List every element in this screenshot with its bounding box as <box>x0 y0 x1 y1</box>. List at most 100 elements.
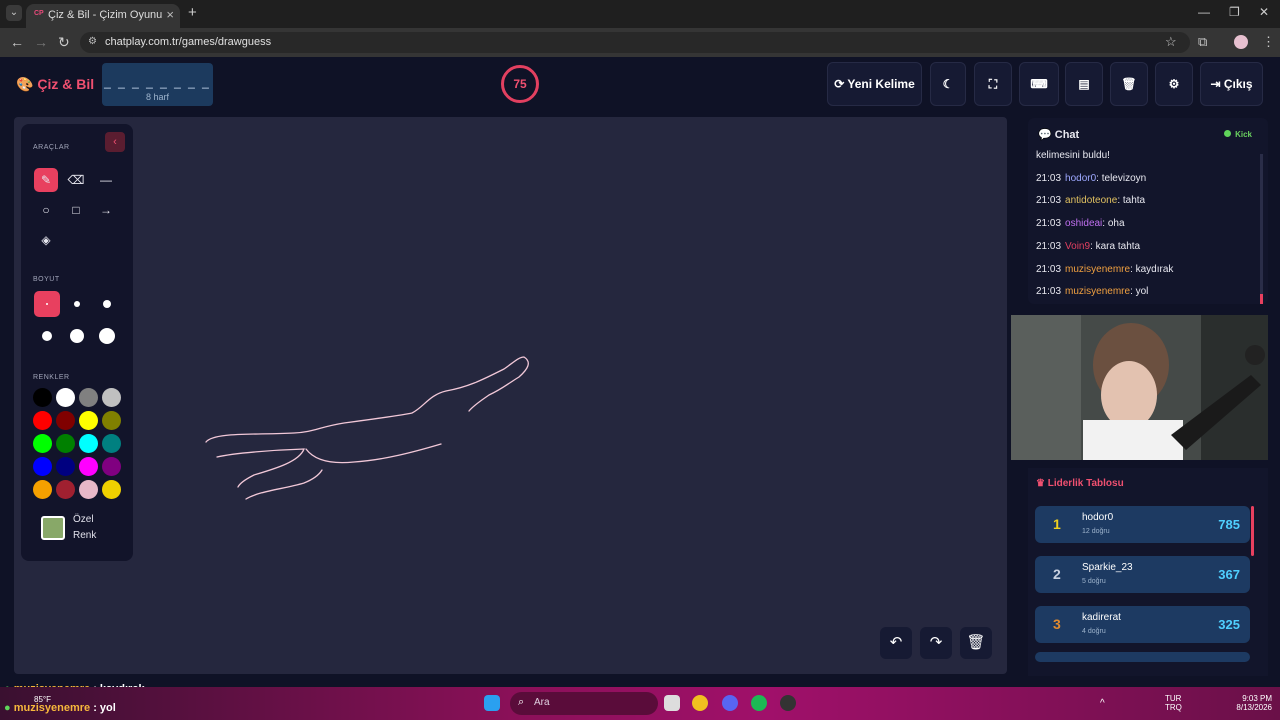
fullscreen-icon: ⛶ <box>988 77 998 91</box>
site-favicon: CP <box>34 10 44 17</box>
keyboard-button[interactable]: ⌨ <box>1019 62 1059 106</box>
window-close-icon[interactable]: ✕ <box>1259 5 1269 19</box>
chat-message: 21:03 muzisyenemre: yol <box>1036 286 1148 297</box>
trash-icon: 🗑 <box>966 634 986 651</box>
color-swatch[interactable] <box>56 457 75 476</box>
color-swatch[interactable] <box>102 411 121 430</box>
moon-icon: ☾ <box>942 77 954 91</box>
new-tab-button[interactable]: + <box>188 4 197 21</box>
app-icon[interactable] <box>780 695 796 711</box>
size-option-1[interactable] <box>34 291 60 317</box>
chat-time: 21:03 <box>1036 172 1062 184</box>
back-icon[interactable]: ← <box>10 34 24 50</box>
color-swatch[interactable] <box>56 434 75 453</box>
taskbar-search[interactable]: ⌕ Ara <box>510 692 658 715</box>
close-tab-icon[interactable]: × <box>166 7 174 22</box>
profile-avatar[interactable] <box>1234 35 1248 49</box>
undo-button[interactable]: ↶ <box>880 627 912 659</box>
exit-button[interactable]: ⇥ Çıkış <box>1200 62 1263 106</box>
chat-scroll-thumb[interactable] <box>1260 294 1263 304</box>
color-swatch[interactable] <box>79 480 98 499</box>
spotify-icon[interactable] <box>751 695 767 711</box>
color-swatch[interactable] <box>79 434 98 453</box>
color-swatch[interactable] <box>56 411 75 430</box>
chat-message: 21:03 Voin9: kara tahta <box>1036 241 1140 252</box>
extensions-icon[interactable]: ⧉ <box>1198 34 1207 50</box>
browser-menu-icon[interactable]: ⋮ <box>1262 34 1275 50</box>
site-info-icon[interactable]: ⚙ <box>88 36 97 47</box>
collapse-panel-button[interactable]: ‹ <box>105 132 125 152</box>
tray-expand-icon[interactable]: ^ <box>1100 698 1105 709</box>
size-option-3[interactable] <box>94 291 120 317</box>
chat-message: 21:03 oshideai: oha <box>1036 218 1125 229</box>
chat-text: kelimesini buldu! <box>1036 150 1110 161</box>
settings-button[interactable]: ⚙ <box>1155 62 1193 106</box>
custom-color-swatch[interactable] <box>41 516 65 540</box>
language-indicator[interactable]: TUR TRQ <box>1165 694 1182 712</box>
new-word-button[interactable]: ⟳ Yeni Kelime <box>827 62 922 106</box>
color-swatch[interactable] <box>79 457 98 476</box>
browser-tab[interactable]: CP Çiz & Bil - Çizim Oyunu × <box>26 4 180 28</box>
windows-start-icon[interactable] <box>484 695 500 711</box>
color-swatch[interactable] <box>56 480 75 499</box>
color-swatch[interactable] <box>102 480 121 499</box>
redo-button[interactable]: ↷ <box>920 627 952 659</box>
chat-username[interactable]: Voin9 <box>1065 241 1090 252</box>
pen-tool[interactable]: ✎ <box>34 168 58 192</box>
chat-message: 21:03 antidoteone: tahta <box>1036 195 1145 206</box>
archive-button[interactable]: ▤ <box>1065 62 1103 106</box>
color-swatch[interactable] <box>79 388 98 407</box>
drawing-canvas[interactable]: ARAÇLAR ‹ ✎ ⌫ — ○ □ → ◈ BOYUT RENKLER Öz… <box>14 117 1007 674</box>
chat-username[interactable]: hodor0 <box>1065 173 1096 184</box>
color-swatch[interactable] <box>33 457 52 476</box>
minimize-icon[interactable]: — <box>1198 5 1210 19</box>
rectangle-tool[interactable]: □ <box>64 198 88 222</box>
reload-icon[interactable]: ↻ <box>58 34 70 51</box>
file-explorer-icon[interactable] <box>664 695 680 711</box>
chat-username[interactable]: antidoteone <box>1065 195 1117 206</box>
fullscreen-button[interactable]: ⛶ <box>974 62 1012 106</box>
color-swatch[interactable] <box>56 388 75 407</box>
size-option-6[interactable] <box>94 323 120 349</box>
color-swatch[interactable] <box>33 480 52 499</box>
chat-username[interactable]: oshideai <box>1065 218 1102 229</box>
chat-scrollbar[interactable] <box>1260 154 1263 304</box>
color-swatch[interactable] <box>33 411 52 430</box>
url-field[interactable]: ⚙ chatplay.com.tr/games/drawguess <box>80 32 1190 53</box>
custom-color-picker[interactable]: Özel Renk <box>33 508 125 552</box>
rank: 3 <box>1053 616 1061 632</box>
color-swatch[interactable] <box>102 457 121 476</box>
chat-username[interactable]: muzisyenemre <box>1065 286 1130 297</box>
leaderboard-scroll-thumb[interactable] <box>1251 506 1254 556</box>
color-swatch[interactable] <box>79 411 98 430</box>
discord-icon[interactable] <box>722 695 738 711</box>
forward-icon[interactable]: → <box>34 34 48 50</box>
clear-canvas-button[interactable]: 🗑 <box>960 627 992 659</box>
size-option-2[interactable] <box>64 291 90 317</box>
arrow-tool[interactable]: → <box>94 198 118 222</box>
eraser-tool[interactable]: ⌫ <box>64 168 88 192</box>
color-swatch[interactable] <box>33 388 52 407</box>
tab-menu-button[interactable]: ⌄ <box>6 5 22 21</box>
size-option-4[interactable] <box>34 323 60 349</box>
delete-button[interactable]: 🗑 <box>1110 62 1148 106</box>
size-option-5[interactable] <box>64 323 90 349</box>
chrome-icon[interactable] <box>692 695 708 711</box>
circle-tool[interactable]: ○ <box>34 198 58 222</box>
theme-toggle-button[interactable]: ☾ <box>930 62 966 106</box>
bookmark-star-icon[interactable]: ☆ <box>1165 34 1177 50</box>
size-section-title: BOYUT <box>33 276 60 283</box>
new-word-label: Yeni Kelime <box>847 77 915 91</box>
restore-icon[interactable]: ❐ <box>1229 5 1240 19</box>
chat-username[interactable]: muzisyenemre <box>1065 264 1130 275</box>
leaderboard-header: ♛ Liderlik Tablosu <box>1036 478 1124 489</box>
color-swatch[interactable] <box>102 434 121 453</box>
chat-message: 21:03 hodor0: televizoyn <box>1036 173 1146 184</box>
chat-title: Chat <box>1054 129 1080 141</box>
webcam-image <box>1011 315 1268 460</box>
color-swatch[interactable] <box>102 388 121 407</box>
clock[interactable]: 9:03 PM 8/13/2026 <box>1228 694 1272 712</box>
fill-tool[interactable]: ◈ <box>34 228 58 252</box>
color-swatch[interactable] <box>33 434 52 453</box>
line-tool[interactable]: — <box>94 168 118 192</box>
